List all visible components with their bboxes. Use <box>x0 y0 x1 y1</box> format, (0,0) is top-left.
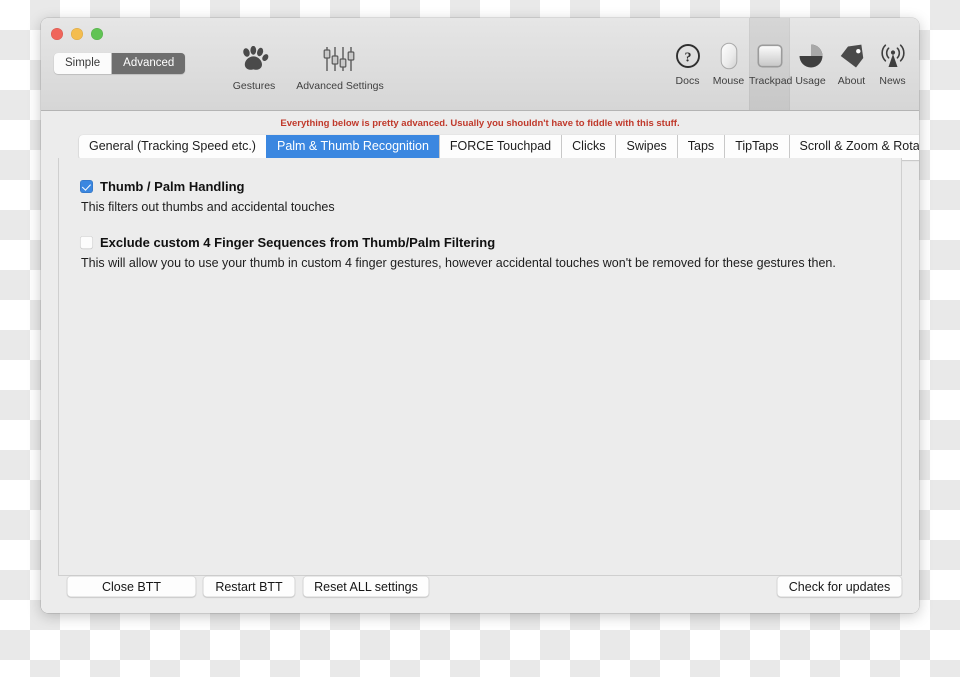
toolbar-item-usage-label: Usage <box>795 75 826 87</box>
app-window: Simple Advanced Gestures Advanced Settin… <box>41 18 919 613</box>
tab-swipes[interactable]: Swipes <box>615 135 677 160</box>
svg-text:?: ? <box>684 51 691 66</box>
bottom-button-bar: Close BTT Restart BTT Reset ALL settings… <box>41 576 919 613</box>
maximize-window-button[interactable] <box>91 28 103 40</box>
tab-general[interactable]: General (Tracking Speed etc.) <box>79 135 266 160</box>
reset-all-settings-button[interactable]: Reset ALL settings <box>303 576 429 597</box>
tab-tiptaps[interactable]: TipTaps <box>724 135 789 160</box>
exclude-4-finger-description: This will allow you to use your thumb in… <box>81 256 836 270</box>
sliders-icon <box>292 38 388 80</box>
close-window-button[interactable] <box>51 28 63 40</box>
tab-taps[interactable]: Taps <box>676 135 725 160</box>
mode-segmented-control[interactable]: Simple Advanced <box>54 53 186 74</box>
toolbar-item-mouse[interactable]: Mouse <box>708 18 749 110</box>
toolbar-item-docs-label: Docs <box>675 75 700 87</box>
exclude-4-finger-checkbox-row[interactable]: Exclude custom 4 Finger Sequences from T… <box>80 235 836 250</box>
broadcast-icon <box>872 37 913 75</box>
toolbar-item-docs[interactable]: ? Docs <box>667 18 708 110</box>
toolbar-item-usage[interactable]: Usage <box>790 18 831 110</box>
close-btt-button[interactable]: Close BTT <box>67 576 196 597</box>
exclude-4-finger-label: Exclude custom 4 Finger Sequences from T… <box>100 235 496 250</box>
thumb-palm-handling-label: Thumb / Palm Handling <box>100 179 245 194</box>
toolbar-left-items: Gestures Advanced Settings <box>216 38 388 92</box>
paw-icon <box>216 38 292 80</box>
tab-palm-thumb-recognition[interactable]: Palm & Thumb Recognition <box>265 135 439 160</box>
advanced-warning-text: Everything below is pretty advanced. Usu… <box>280 118 680 129</box>
toolbar-item-about[interactable]: About <box>831 18 872 110</box>
toolbar-item-gestures[interactable]: Gestures <box>216 38 292 92</box>
toolbar-item-news[interactable]: News <box>872 18 913 110</box>
toolbar-item-advanced-settings[interactable]: Advanced Settings <box>292 38 388 92</box>
check-for-updates-button[interactable]: Check for updates <box>777 576 902 597</box>
toolbar-item-news-label: News <box>879 75 906 87</box>
toolbar-item-about-label: About <box>837 75 866 87</box>
toolbar-item-gestures-label: Gestures <box>232 80 276 92</box>
toolbar-item-mouse-label: Mouse <box>712 75 745 87</box>
segment-advanced[interactable]: Advanced <box>111 53 186 74</box>
tab-clicks[interactable]: Clicks <box>561 135 616 160</box>
tag-icon <box>831 37 872 75</box>
toolbar-item-advanced-settings-label: Advanced Settings <box>296 80 384 92</box>
settings-content-panel: Thumb / Palm Handling This filters out t… <box>58 158 902 576</box>
settings-tab-bar[interactable]: General (Tracking Speed etc.) Palm & Thu… <box>79 135 919 160</box>
option-exclude-4-finger-sequences: Exclude custom 4 Finger Sequences from T… <box>80 235 836 270</box>
trackpad-icon <box>749 37 790 75</box>
window-toolbar: Simple Advanced Gestures Advanced Settin… <box>41 18 919 111</box>
pie-chart-icon <box>790 37 831 75</box>
toolbar-right-items: ? Docs Mouse Trackpad Usage About News <box>667 18 913 110</box>
minimize-window-button[interactable] <box>71 28 83 40</box>
option-thumb-palm-handling: Thumb / Palm Handling This filters out t… <box>80 179 335 214</box>
tab-scroll-zoom-rotate[interactable]: Scroll & Zoom & Rotate <box>788 135 919 160</box>
thumb-palm-handling-description: This filters out thumbs and accidental t… <box>81 200 335 214</box>
mouse-icon <box>708 37 749 75</box>
tab-force-touchpad[interactable]: FORCE Touchpad <box>438 135 562 160</box>
window-body: Everything below is pretty advanced. Usu… <box>41 111 919 613</box>
exclude-4-finger-checkbox[interactable] <box>80 236 93 249</box>
toolbar-item-trackpad[interactable]: Trackpad <box>749 18 793 110</box>
traffic-lights <box>51 28 103 40</box>
thumb-palm-handling-checkbox[interactable] <box>80 180 93 193</box>
toolbar-item-trackpad-label: Trackpad <box>749 75 793 87</box>
restart-btt-button[interactable]: Restart BTT <box>203 576 295 597</box>
thumb-palm-handling-checkbox-row[interactable]: Thumb / Palm Handling <box>80 179 335 194</box>
question-circle-icon: ? <box>667 37 708 75</box>
segment-simple[interactable]: Simple <box>54 53 112 74</box>
